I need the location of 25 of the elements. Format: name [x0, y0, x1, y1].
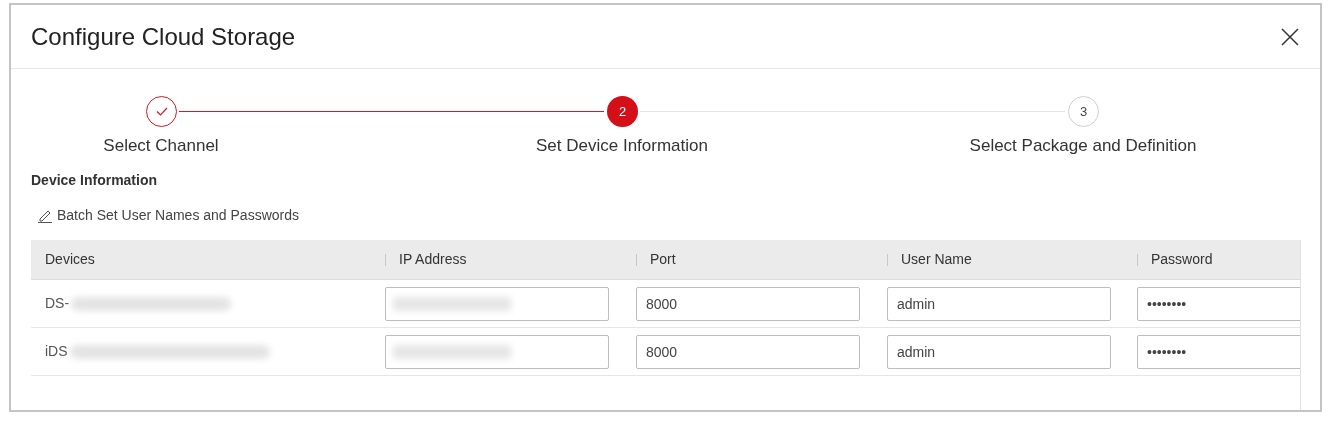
user-name-field[interactable]: admin	[887, 286, 1111, 321]
dialog-title: Configure Cloud Storage	[31, 21, 296, 52]
port-field[interactable]: 8000	[636, 286, 860, 321]
user-name-field[interactable]: admin	[887, 334, 1111, 369]
device-name: DS-	[45, 294, 70, 313]
step-label: Select Channel	[103, 135, 219, 157]
column-header: Port	[650, 250, 676, 269]
step-indicator: 2	[607, 96, 638, 127]
column-header: User Name	[901, 250, 972, 269]
ip-address-field[interactable]	[385, 334, 609, 369]
port-field[interactable]: 8000	[636, 334, 860, 369]
step-indicator: 3	[1068, 96, 1099, 127]
column-header: Password	[1151, 250, 1213, 269]
ip-address-field[interactable]	[385, 286, 609, 321]
device-name: iDS	[45, 342, 68, 361]
check-icon	[155, 107, 168, 116]
column-header: IP Address	[399, 250, 467, 269]
batch-set-link[interactable]: Batch Set User Names and Passwords	[37, 205, 299, 225]
section-title: Device Information	[31, 171, 159, 190]
password-field[interactable]: ••••••••	[1137, 286, 1300, 321]
column-header: Devices	[45, 250, 95, 269]
step-label: Set Device Information	[536, 135, 708, 157]
step-label: Select Package and Definition	[969, 135, 1197, 157]
close-icon	[1280, 26, 1300, 47]
password-field[interactable]: ••••••••	[1137, 334, 1300, 369]
